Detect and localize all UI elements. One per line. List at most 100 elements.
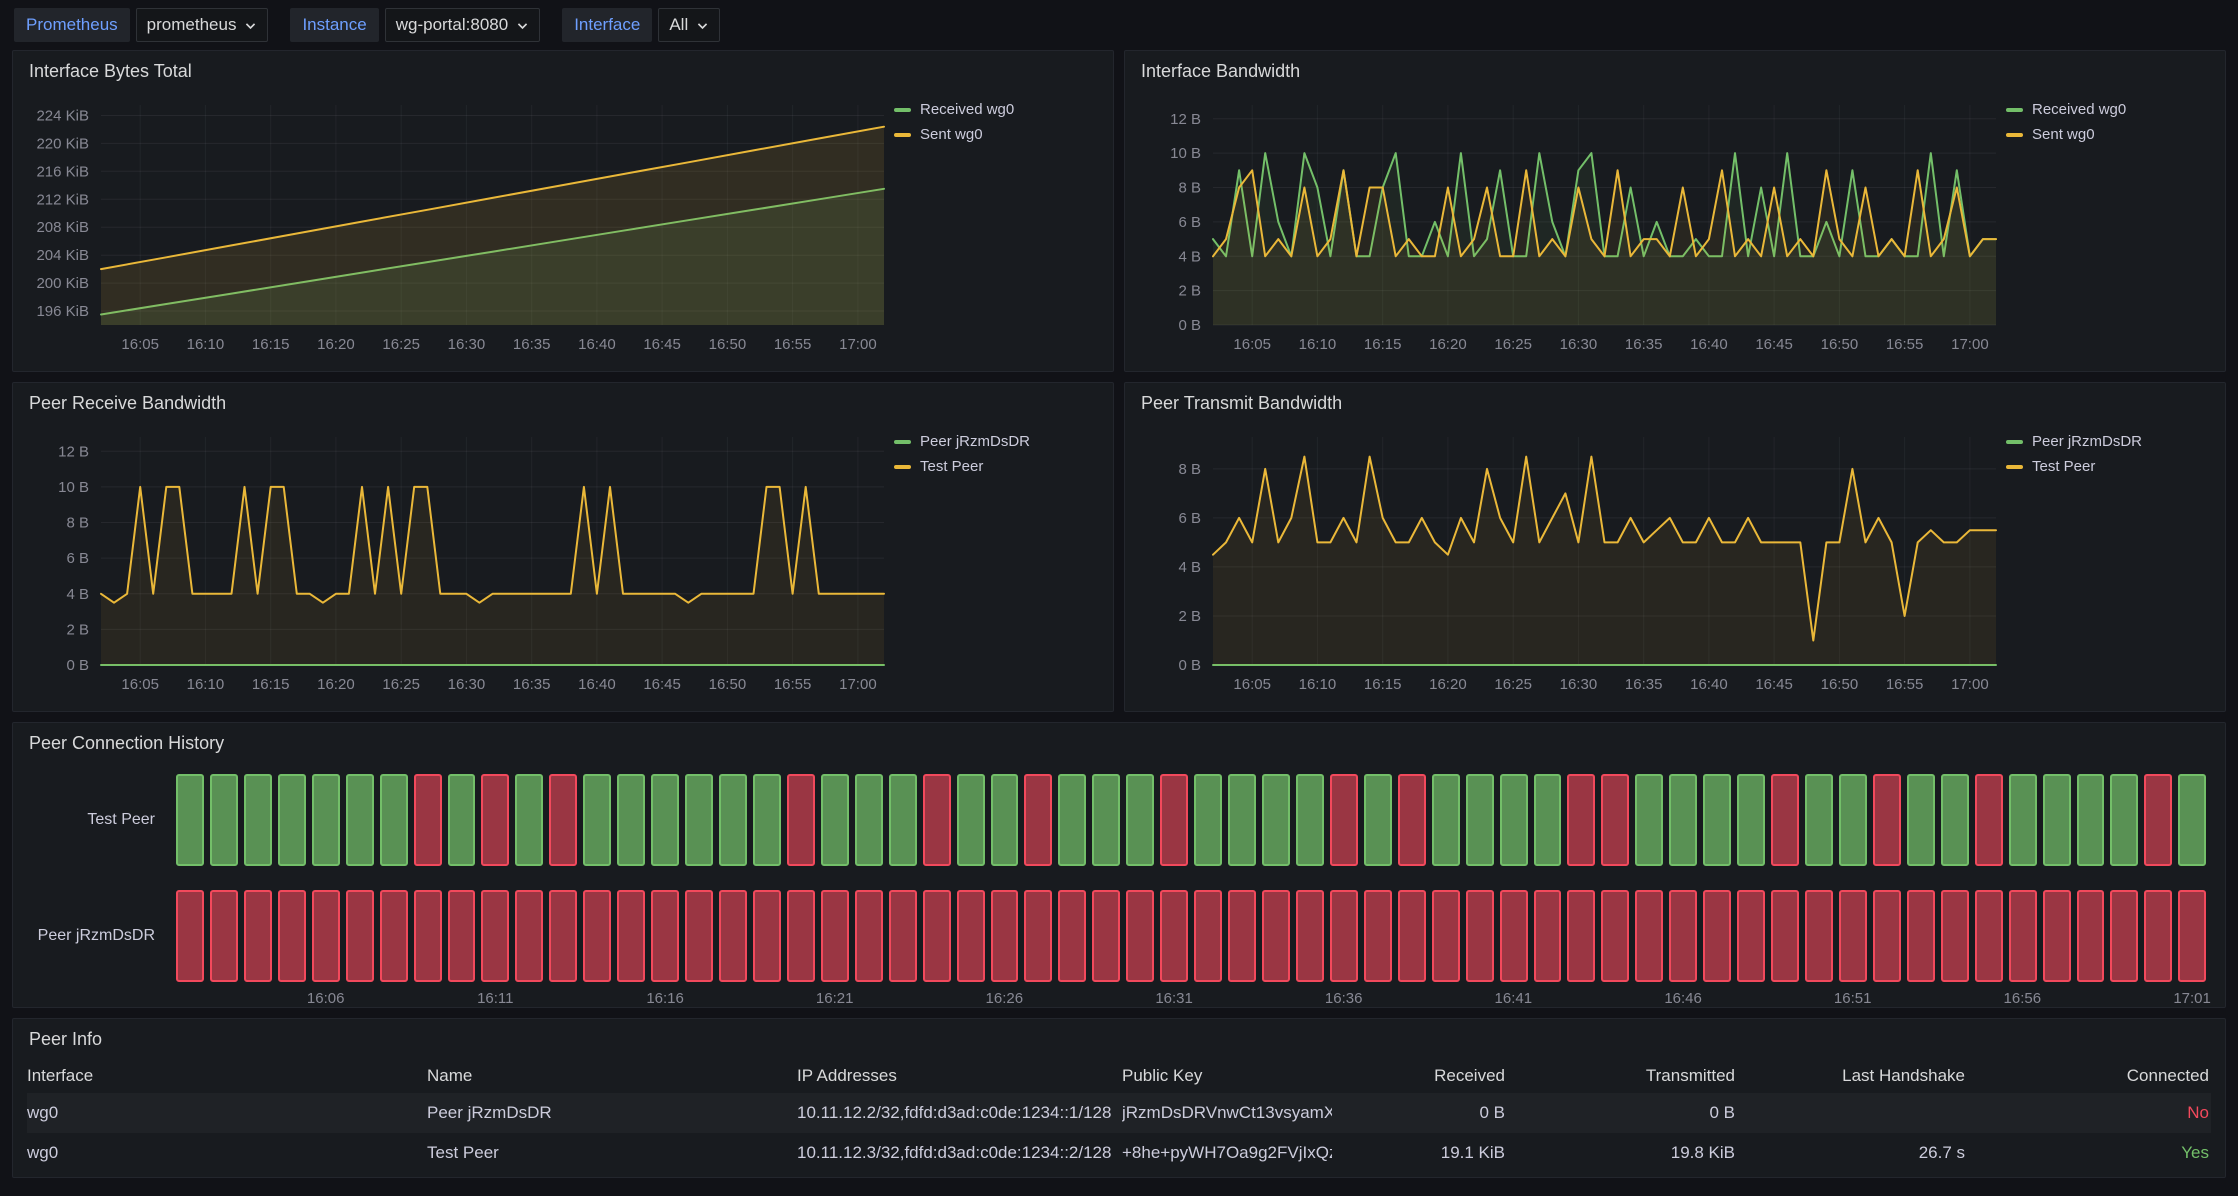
status-bar-down[interactable] — [1873, 774, 1901, 866]
status-bar-down[interactable] — [821, 890, 849, 982]
status-bar-down[interactable] — [414, 890, 442, 982]
column-header[interactable]: Connected — [1967, 1066, 2211, 1086]
status-bar-down[interactable] — [481, 890, 509, 982]
status-bar-down[interactable] — [1160, 774, 1188, 866]
status-bar-up[interactable] — [651, 774, 679, 866]
status-bar-up[interactable] — [855, 774, 883, 866]
status-bar-down[interactable] — [1024, 890, 1052, 982]
panel-title-peer-connection-history[interactable]: Peer Connection History — [13, 723, 2225, 762]
legend-item[interactable]: Peer jRzmDsDR — [894, 433, 1099, 450]
panel-title-peer-transmit-bandwidth[interactable]: Peer Transmit Bandwidth — [1125, 383, 2225, 423]
status-bar-down[interactable] — [1466, 890, 1494, 982]
status-history[interactable]: Test PeerPeer jRzmDsDR16:0616:1116:1616:… — [13, 762, 2225, 1012]
status-bar-up[interactable] — [583, 774, 611, 866]
status-bar-down[interactable] — [923, 890, 951, 982]
status-bar-up[interactable] — [1126, 774, 1154, 866]
legend-item[interactable]: Sent wg0 — [2006, 126, 2211, 143]
timeseries-interface-bytes-total[interactable]: 224 KiB220 KiB216 KiB212 KiB208 KiB204 K… — [17, 93, 894, 361]
status-bar-down[interactable] — [515, 890, 543, 982]
status-bar-up[interactable] — [1907, 774, 1935, 866]
status-bar-up[interactable] — [515, 774, 543, 866]
status-bar-down[interactable] — [1669, 890, 1697, 982]
status-bar-down[interactable] — [617, 890, 645, 982]
status-bar-down[interactable] — [1805, 890, 1833, 982]
status-bar-down[interactable] — [549, 774, 577, 866]
status-bar-up[interactable] — [2009, 774, 2037, 866]
status-bar-down[interactable] — [889, 890, 917, 982]
legend-item[interactable]: Test Peer — [894, 458, 1099, 475]
status-bar-down[interactable] — [1839, 890, 1867, 982]
status-bar-down[interactable] — [2110, 890, 2138, 982]
status-bar-up[interactable] — [1534, 774, 1562, 866]
column-header[interactable]: Received — [1332, 1066, 1507, 1086]
status-bar-up[interactable] — [1805, 774, 1833, 866]
variable-dropdown-instance[interactable]: wg-portal:8080 — [385, 8, 540, 42]
column-header[interactable]: Name — [427, 1066, 797, 1086]
status-bar-up[interactable] — [1194, 774, 1222, 866]
status-bar-down[interactable] — [481, 774, 509, 866]
variable-label-interface[interactable]: Interface — [562, 8, 652, 42]
status-bar-up[interactable] — [753, 774, 781, 866]
status-bar-down[interactable] — [1024, 774, 1052, 866]
status-bar-down[interactable] — [1364, 890, 1392, 982]
status-bar-up[interactable] — [448, 774, 476, 866]
column-header[interactable]: Public Key — [1122, 1066, 1332, 1086]
status-bar-up[interactable] — [2077, 774, 2105, 866]
status-bar-up[interactable] — [685, 774, 713, 866]
status-bar-down[interactable] — [448, 890, 476, 982]
status-bar-up[interactable] — [719, 774, 747, 866]
status-bar-down[interactable] — [1975, 774, 2003, 866]
status-bar-down[interactable] — [787, 774, 815, 866]
status-bar-down[interactable] — [719, 890, 747, 982]
status-bar-down[interactable] — [2009, 890, 2037, 982]
timeseries-peer-receive-bandwidth[interactable]: 12 B10 B8 B6 B4 B2 B0 B16:0516:1016:1516… — [17, 425, 894, 701]
status-bar-up[interactable] — [1228, 774, 1256, 866]
column-header[interactable]: Interface — [27, 1066, 427, 1086]
status-bar-up[interactable] — [1364, 774, 1392, 866]
legend-item[interactable]: Sent wg0 — [894, 126, 1099, 143]
variable-label-instance[interactable]: Instance — [290, 8, 378, 42]
status-bar-up[interactable] — [1058, 774, 1086, 866]
status-bar-up[interactable] — [1737, 774, 1765, 866]
peer-info-table[interactable]: InterfaceNameIP AddressesPublic KeyRecei… — [13, 1059, 2225, 1177]
status-bar-up[interactable] — [1839, 774, 1867, 866]
status-bar-down[interactable] — [176, 890, 204, 982]
status-bar-down[interactable] — [1771, 890, 1799, 982]
status-bar-up[interactable] — [1092, 774, 1120, 866]
legend-item[interactable]: Peer jRzmDsDR — [2006, 433, 2211, 450]
status-bar-up[interactable] — [312, 774, 340, 866]
status-bar-down[interactable] — [1262, 890, 1290, 982]
status-bar-up[interactable] — [380, 774, 408, 866]
status-bar-up[interactable] — [957, 774, 985, 866]
status-bar-down[interactable] — [210, 890, 238, 982]
status-bar-down[interactable] — [1737, 890, 1765, 982]
status-bar-down[interactable] — [1907, 890, 1935, 982]
status-bar-down[interactable] — [346, 890, 374, 982]
status-bar-down[interactable] — [2043, 890, 2071, 982]
status-bar-up[interactable] — [2178, 774, 2206, 866]
status-bar-down[interactable] — [414, 774, 442, 866]
status-bar-up[interactable] — [1432, 774, 1460, 866]
status-bar-up[interactable] — [821, 774, 849, 866]
variable-dropdown-interface[interactable]: All — [658, 8, 720, 42]
column-header[interactable]: IP Addresses — [797, 1066, 1122, 1086]
status-bar-down[interactable] — [1398, 890, 1426, 982]
status-bar-down[interactable] — [991, 890, 1019, 982]
timeseries-interface-bandwidth[interactable]: 12 B10 B8 B6 B4 B2 B0 B16:0516:1016:1516… — [1129, 93, 2006, 361]
status-bar-down[interactable] — [549, 890, 577, 982]
status-bar-down[interactable] — [2077, 890, 2105, 982]
status-bar-down[interactable] — [1534, 890, 1562, 982]
status-bar-up[interactable] — [617, 774, 645, 866]
status-bar-up[interactable] — [1941, 774, 1969, 866]
status-bar-up[interactable] — [176, 774, 204, 866]
status-bar-up[interactable] — [889, 774, 917, 866]
status-bar-down[interactable] — [1398, 774, 1426, 866]
status-bar-down[interactable] — [1567, 774, 1595, 866]
status-bar-down[interactable] — [312, 890, 340, 982]
timeseries-peer-transmit-bandwidth[interactable]: 8 B6 B4 B2 B0 B16:0516:1016:1516:2016:25… — [1129, 425, 2006, 701]
status-bar-down[interactable] — [380, 890, 408, 982]
status-bar-down[interactable] — [1975, 890, 2003, 982]
status-bar-up[interactable] — [1500, 774, 1528, 866]
status-bar-down[interactable] — [1228, 890, 1256, 982]
status-bar-up[interactable] — [278, 774, 306, 866]
